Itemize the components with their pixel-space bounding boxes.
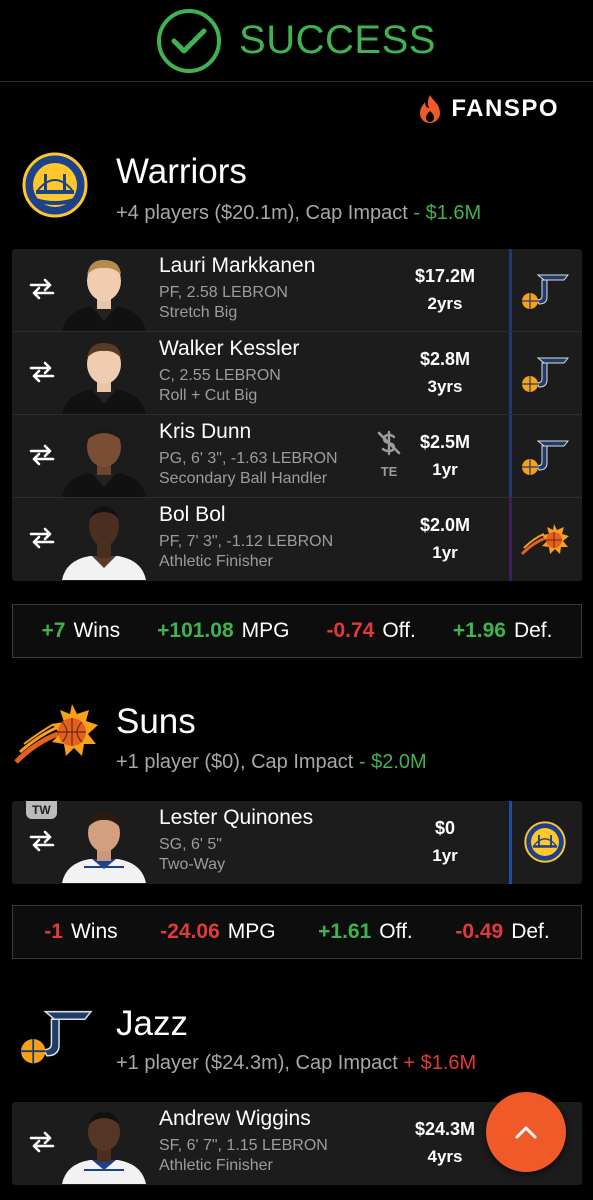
stat-mpg: +101.08 MPG bbox=[157, 619, 290, 642]
swap-arrows-icon[interactable] bbox=[28, 524, 56, 552]
success-text: SUCCESS bbox=[239, 18, 436, 62]
cap-impact-value: $1.6M bbox=[420, 1052, 477, 1074]
player-role: Athletic Finisher bbox=[159, 1157, 273, 1174]
success-banner: SUCCESS bbox=[0, 0, 593, 82]
player-name: Andrew Wiggins bbox=[159, 1107, 311, 1130]
player-row[interactable]: Walker Kessler C, 2.55 LEBRON Roll + Cut… bbox=[12, 332, 582, 415]
player-position: SG, 6' 5" bbox=[159, 836, 222, 853]
stats-bar-warriors: +7 Wins +101.08 MPG -0.74 Off. +1.96 Def. bbox=[12, 604, 582, 658]
player-salary: $2.8M bbox=[419, 349, 471, 369]
player-name: Lauri Markkanen bbox=[159, 254, 316, 277]
player-salary: $17.2M bbox=[414, 266, 476, 286]
player-name: Lester Quinones bbox=[159, 806, 314, 829]
player-name: Walker Kessler bbox=[159, 337, 300, 360]
team-summary: +4 players ($20.1m), Cap Impact - $1.6M bbox=[116, 202, 482, 224]
stat-mpg: -24.06 MPG bbox=[160, 920, 276, 943]
player-position: PG, 6' 3", -1.63 LEBRON bbox=[159, 450, 338, 467]
contract-years: 4yrs bbox=[427, 1147, 463, 1166]
players-card-warriors: Lauri Markkanen PF, 2.58 LEBRON Stretch … bbox=[12, 249, 582, 581]
player-row[interactable]: Lauri Markkanen PF, 2.58 LEBRON Stretch … bbox=[12, 249, 582, 332]
player-salary: $2.0M bbox=[419, 515, 471, 535]
player-role: Athletic Finisher bbox=[159, 553, 273, 570]
swap-arrows-icon[interactable] bbox=[28, 827, 56, 855]
player-position: SF, 6' 7", 1.15 LEBRON bbox=[159, 1137, 328, 1154]
contract-years: 3yrs bbox=[427, 377, 463, 396]
team-section-suns: Suns +1 player ($0), Cap Impact - $2.0M bbox=[0, 692, 593, 782]
suns-logo-icon[interactable] bbox=[520, 520, 570, 560]
jazz-logo-icon[interactable] bbox=[520, 354, 570, 394]
team-section-warriors: Warriors +4 players ($20.1m), Cap Impact… bbox=[0, 140, 593, 230]
cap-impact-value: $1.6M bbox=[425, 202, 482, 224]
player-photo bbox=[62, 506, 146, 580]
stat-wins: -1 Wins bbox=[44, 920, 118, 943]
team-name: Jazz bbox=[116, 1004, 188, 1043]
player-row[interactable]: TW Lester Quinones SG, 6' 5" Two-Way $0 … bbox=[12, 801, 582, 884]
contract-years: 1yr bbox=[432, 460, 458, 479]
fanspo-flame-icon bbox=[420, 95, 441, 123]
player-salary: $24.3M bbox=[414, 1119, 476, 1139]
contract-years: 2yrs bbox=[427, 294, 463, 313]
jazz-logo-icon[interactable] bbox=[520, 271, 570, 311]
player-name: Kris Dunn bbox=[159, 420, 252, 443]
chevron-up-icon bbox=[515, 1126, 537, 1139]
player-role: Roll + Cut Big bbox=[159, 387, 258, 404]
stat-off: -0.74 Off. bbox=[326, 619, 416, 642]
player-photo bbox=[62, 427, 146, 497]
player-row[interactable]: Bol Bol PF, 7' 3", -1.12 LEBRON Athletic… bbox=[12, 498, 582, 581]
player-position: PF, 2.58 LEBRON bbox=[159, 284, 288, 301]
no-money-icon bbox=[377, 430, 401, 456]
players-card-suns: TW Lester Quinones SG, 6' 5" Two-Way $0 … bbox=[12, 801, 582, 884]
contract-years: 1yr bbox=[432, 846, 458, 865]
cap-impact-value: $2.0M bbox=[371, 751, 427, 773]
player-role: Secondary Ball Handler bbox=[159, 470, 328, 487]
two-way-tag: TW bbox=[26, 801, 57, 819]
team-color-bar bbox=[509, 415, 512, 497]
stat-def: -0.49 Def. bbox=[455, 920, 550, 943]
team-summary: +1 player ($0), Cap Impact - $2.0M bbox=[116, 751, 427, 773]
player-photo bbox=[62, 259, 146, 331]
warriors-logo-icon[interactable] bbox=[524, 821, 566, 863]
warriors-logo-icon bbox=[22, 152, 88, 218]
swap-arrows-icon[interactable] bbox=[28, 1128, 56, 1156]
jazz-logo-icon[interactable] bbox=[520, 437, 570, 477]
suns-logo-icon bbox=[14, 704, 98, 764]
contract-years: 1yr bbox=[432, 543, 458, 562]
player-salary: $0 bbox=[434, 818, 456, 838]
player-photo bbox=[62, 342, 146, 414]
stats-bar-suns: -1 Wins -24.06 MPG +1.61 Off. -0.49 Def. bbox=[12, 905, 582, 959]
check-circle-icon bbox=[157, 8, 222, 73]
jazz-logo-icon bbox=[21, 1010, 93, 1064]
team-color-bar bbox=[509, 249, 512, 331]
player-role: Stretch Big bbox=[159, 304, 238, 321]
stat-def: +1.96 Def. bbox=[452, 619, 553, 642]
team-section-jazz: Jazz +1 player ($24.3m), Cap Impact + $1… bbox=[0, 994, 593, 1084]
swap-arrows-icon[interactable] bbox=[28, 275, 56, 303]
player-position: C, 2.55 LEBRON bbox=[159, 367, 281, 384]
brand-name: FANSPO bbox=[451, 95, 559, 122]
player-name: Bol Bol bbox=[159, 503, 226, 526]
team-color-bar bbox=[509, 498, 512, 581]
team-summary: +1 player ($24.3m), Cap Impact + $1.6M bbox=[116, 1052, 477, 1074]
stat-wins: +7 Wins bbox=[41, 619, 121, 642]
team-name: Suns bbox=[116, 702, 196, 741]
player-photo bbox=[62, 811, 146, 883]
swap-arrows-icon[interactable] bbox=[28, 441, 56, 469]
team-color-bar bbox=[509, 332, 512, 414]
player-salary: $2.5M bbox=[419, 432, 471, 452]
player-row[interactable]: Kris Dunn PG, 6' 3", -1.63 LEBRON Second… bbox=[12, 415, 582, 498]
scroll-top-button[interactable] bbox=[486, 1092, 566, 1172]
player-position: PF, 7' 3", -1.12 LEBRON bbox=[159, 533, 334, 550]
stat-off: +1.61 Off. bbox=[318, 920, 413, 943]
team-name: Warriors bbox=[116, 152, 247, 191]
swap-arrows-icon[interactable] bbox=[28, 358, 56, 386]
player-role: Two-Way bbox=[159, 856, 226, 873]
brand-logo: FANSPO bbox=[417, 94, 559, 124]
player-photo bbox=[62, 1112, 146, 1184]
team-color-bar bbox=[509, 801, 512, 884]
